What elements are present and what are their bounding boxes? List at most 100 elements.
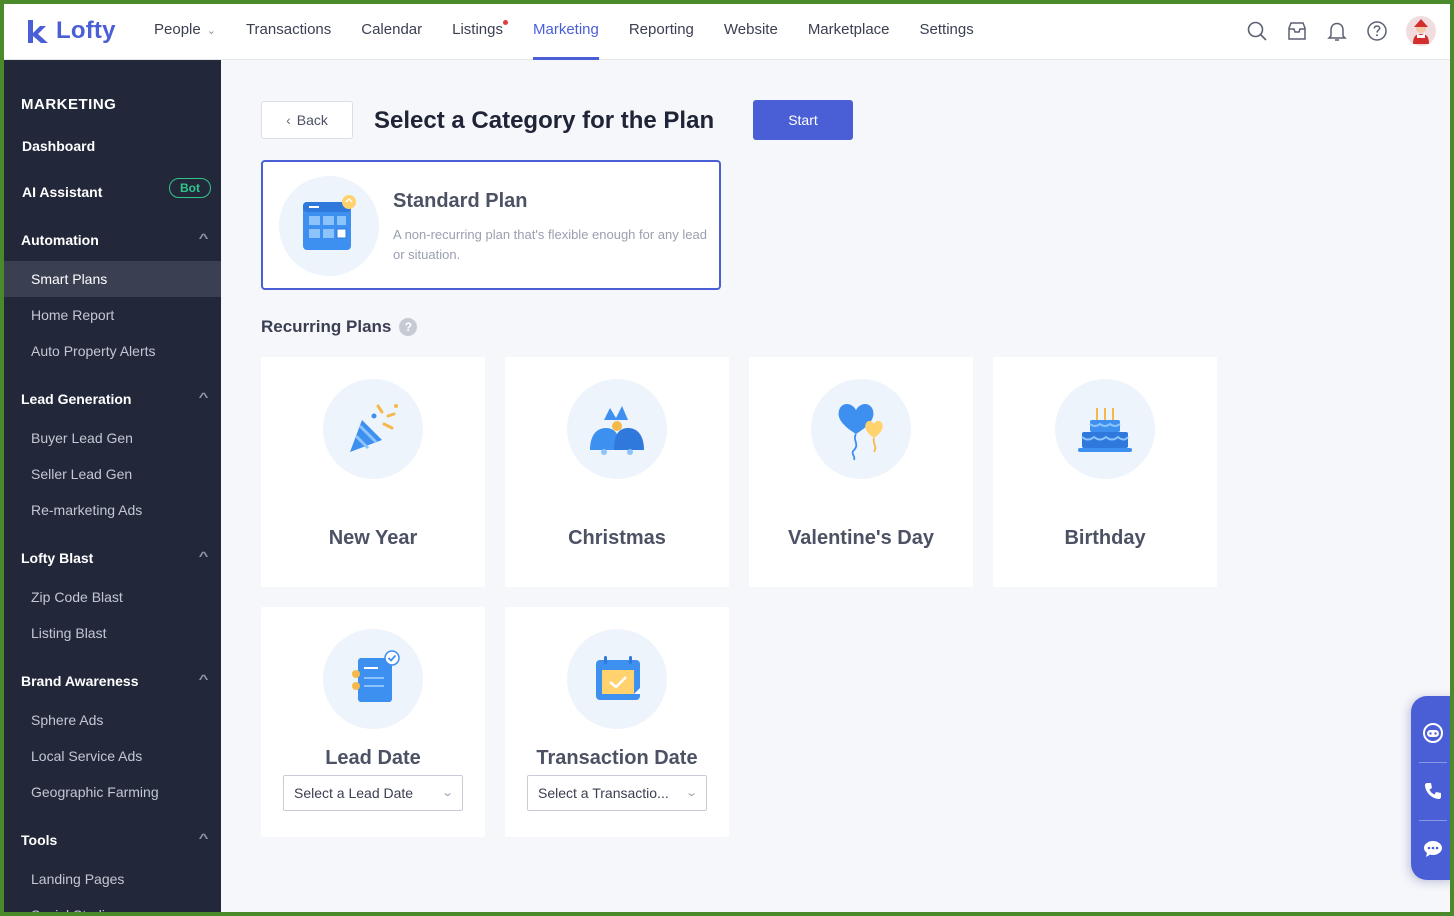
message-icon[interactable] [1411, 820, 1450, 878]
nav-marketplace[interactable]: Marketplace [793, 4, 905, 60]
notification-dot [502, 20, 508, 25]
nav-settings[interactable]: Settings [905, 4, 989, 60]
lofty-logo-icon [28, 20, 48, 43]
transaction-date-select[interactable]: Select a Transactio... ⌄ [527, 775, 707, 811]
top-navigation: Lofty People ⌄ Transactions Calendar List… [4, 4, 1450, 60]
sidebar-item-home-report[interactable]: Home Report [4, 297, 221, 333]
document-check-icon [323, 629, 423, 729]
bot-badge: Bot [169, 178, 211, 198]
nav-reporting[interactable]: Reporting [614, 4, 709, 60]
lofty-logo[interactable]: Lofty [24, 17, 116, 45]
plan-card-label: New Year [328, 527, 418, 549]
heart-balloons-icon [811, 379, 911, 479]
plan-card-birthday[interactable]: Birthday [993, 357, 1217, 587]
sidebar-item-ai-assistant[interactable]: AI Assistant [22, 184, 102, 200]
sidebar-section-lead-generation[interactable]: Lead Generation ^ [21, 390, 209, 407]
plan-card-lead-date[interactable]: Lead Date Select a Lead Date ⌄ [261, 607, 485, 837]
calendar-check-icon [567, 629, 667, 729]
lead-date-select-value: Select a Lead Date [294, 785, 414, 801]
sidebar-section-label: Tools [21, 832, 58, 848]
user-avatar[interactable] [1406, 16, 1436, 46]
nav-reporting-label: Reporting [628, 21, 694, 38]
nav-transactions[interactable]: Transactions [231, 4, 346, 60]
support-widget [1411, 696, 1450, 880]
sidebar-item-dashboard[interactable]: Dashboard [22, 138, 95, 154]
plan-card-new-year[interactable]: New Year [261, 357, 485, 587]
nav-marketplace-label: Marketplace [807, 21, 890, 38]
phone-icon[interactable] [1411, 762, 1450, 820]
sidebar-section-lofty-blast[interactable]: Lofty Blast ^ [21, 549, 209, 566]
sidebar-section-label: Lead Generation [21, 391, 132, 407]
sidebar-section-automation[interactable]: Automation ^ [21, 231, 208, 248]
chevron-up-icon: ^ [198, 549, 209, 563]
sidebar-item-listing-blast[interactable]: Listing Blast [4, 615, 221, 651]
back-button-label: Back [296, 112, 328, 128]
plan-card-label: Lead Date [325, 747, 421, 769]
nav-transactions-label: Transactions [245, 21, 332, 38]
transaction-date-select-value: Select a Transactio... [538, 785, 669, 801]
sidebar-item-auto-property-alerts[interactable]: Auto Property Alerts [4, 333, 221, 369]
sidebar-section-label: Lofty Blast [21, 550, 94, 566]
plan-card-label: Christmas [568, 527, 666, 549]
sidebar-item-seller-lead-gen[interactable]: Seller Lead Gen [4, 456, 221, 492]
chat-bot-icon[interactable] [1411, 704, 1450, 762]
nav-listings[interactable]: Listings [437, 4, 518, 60]
chevron-down-icon: ⌄ [440, 787, 454, 799]
plan-card-label: Valentine's Day [788, 527, 934, 549]
lead-date-select[interactable]: Select a Lead Date ⌄ [283, 775, 463, 811]
sidebar-item-social-studio[interactable]: Social Studio [4, 897, 221, 912]
search-icon[interactable] [1246, 20, 1268, 42]
plan-card-christmas[interactable]: Christmas [505, 357, 729, 587]
main-content: ‹ Back Select a Category for the Plan St… [221, 60, 1450, 912]
party-popper-icon [323, 379, 423, 479]
app-frame: Lofty People ⌄ Transactions Calendar List… [4, 4, 1450, 912]
bell-icon[interactable] [1326, 20, 1348, 42]
nav-listings-label: Listings [452, 21, 503, 38]
start-button[interactable]: Start [753, 100, 853, 140]
sidebar-item-remarketing-ads[interactable]: Re-marketing Ads [4, 492, 221, 528]
chevron-up-icon: ^ [198, 390, 209, 404]
nav-calendar[interactable]: Calendar [346, 4, 437, 60]
standard-plan-title: Standard Plan [393, 190, 528, 212]
back-button[interactable]: ‹ Back [261, 101, 353, 139]
chevron-down-icon: ⌄ [206, 25, 216, 37]
standard-plan-description: A non-recurring plan that's flexible eno… [393, 227, 707, 262]
sidebar-item-landing-pages[interactable]: Landing Pages [4, 861, 221, 897]
sidebar-section-brand-awareness[interactable]: Brand Awareness ^ [21, 672, 209, 689]
recurring-plans-heading: Recurring Plans ? [261, 317, 418, 337]
standard-plan-card[interactable]: Standard Plan A non-recurring plan that'… [261, 160, 721, 290]
sidebar: MARKETING Dashboard AI Assistant Bot Aut… [4, 60, 221, 912]
plan-card-label: Birthday [1064, 527, 1146, 549]
sidebar-item-zip-code-blast[interactable]: Zip Code Blast [4, 579, 221, 615]
help-icon[interactable] [1366, 20, 1388, 42]
christmas-bells-icon [567, 379, 667, 479]
sidebar-item-geographic-farming[interactable]: Geographic Farming [4, 774, 221, 810]
sidebar-item-buyer-lead-gen[interactable]: Buyer Lead Gen [4, 420, 221, 456]
sidebar-item-sphere-ads[interactable]: Sphere Ads [4, 702, 221, 738]
sidebar-section-tools[interactable]: Tools ^ [21, 831, 209, 848]
sidebar-section-label: Automation [21, 232, 99, 248]
chevron-down-icon: ⌄ [684, 787, 698, 799]
chevron-left-icon: ‹ [286, 112, 291, 128]
nav-website-label: Website [723, 21, 778, 38]
chevron-up-icon: ^ [198, 672, 209, 686]
lofty-logo-text: Lofty [56, 17, 116, 44]
sidebar-title: MARKETING [21, 96, 117, 113]
nav-marketing-label: Marketing [532, 21, 599, 38]
plan-card-valentines-day[interactable]: Valentine's Day [749, 357, 973, 587]
nav-marketing[interactable]: Marketing [518, 4, 614, 60]
plan-card-label: Transaction Date [536, 747, 698, 769]
sidebar-item-local-service-ads[interactable]: Local Service Ads [4, 738, 221, 774]
nav-calendar-label: Calendar [361, 21, 423, 38]
sidebar-item-smart-plans[interactable]: Smart Plans [4, 261, 221, 297]
inbox-icon[interactable] [1286, 20, 1308, 42]
nav-people-label: People [154, 21, 201, 38]
plan-card-transaction-date[interactable]: Transaction Date Select a Transactio... … [505, 607, 729, 837]
nav-website[interactable]: Website [709, 4, 793, 60]
question-icon[interactable]: ? [399, 318, 418, 336]
standard-plan-icon [279, 176, 379, 276]
nav-settings-label: Settings [919, 21, 974, 38]
chevron-up-icon: ^ [198, 831, 209, 845]
recurring-plans-title: Recurring Plans [261, 317, 392, 336]
nav-people[interactable]: People ⌄ [139, 4, 231, 60]
